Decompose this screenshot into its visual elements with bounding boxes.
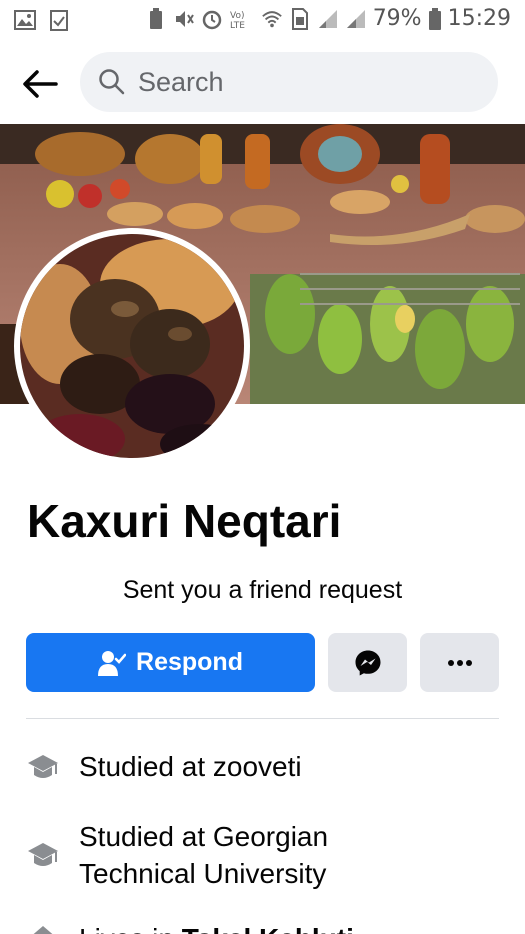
alarm-icon: [201, 8, 223, 30]
volte-icon: Vo) LTE: [229, 8, 255, 30]
lives-in-text: Lives in Tskal Kabluti: [79, 920, 354, 934]
action-buttons: Respond: [26, 633, 500, 693]
back-button[interactable]: [14, 60, 66, 108]
search-icon: [99, 69, 125, 95]
person-check-icon: [98, 650, 127, 676]
profile-avatar[interactable]: [14, 228, 250, 464]
education-text-2: Studied at Georgian Technical University: [79, 821, 329, 889]
sim-icon: [289, 7, 311, 30]
signal-icon-2: [345, 8, 367, 30]
search-bar[interactable]: [80, 52, 498, 112]
lives-in-prefix: Lives in: [79, 923, 182, 934]
education-item: Studied at Georgian Technical University: [26, 818, 379, 892]
respond-button[interactable]: Respond: [26, 633, 315, 692]
message-button[interactable]: [328, 633, 407, 692]
clipboard-check-icon: [48, 9, 70, 31]
search-input[interactable]: [138, 66, 458, 98]
battery-percent: 79%: [372, 6, 422, 31]
status-bar: Vo) LTE 79% 15:29: [0, 0, 525, 40]
more-options-button[interactable]: [420, 633, 499, 692]
back-arrow-icon: [23, 70, 58, 98]
home-icon: [33, 925, 53, 934]
education-item: Studied at zooveti: [26, 748, 302, 785]
more-dots-icon: [447, 659, 472, 666]
battery-icon: [428, 7, 442, 30]
messenger-icon: [355, 650, 380, 675]
section-divider: [26, 718, 499, 719]
battery-saver-icon: [145, 7, 167, 30]
signal-icon: [317, 8, 339, 30]
clock: 15:29: [447, 6, 511, 31]
top-nav: [0, 44, 525, 124]
lives-in-item: Lives in Tskal Kabluti: [26, 920, 354, 934]
svg-text:LTE: LTE: [230, 21, 245, 30]
avatar-image: [20, 234, 244, 458]
profile-name: Kaxuri Neqtari: [27, 495, 342, 547]
respond-label: Respond: [136, 648, 243, 676]
friend-request-text: Sent you a friend request: [122, 576, 403, 604]
graduation-cap-icon: [28, 754, 58, 778]
education-text-1: Studied at zooveti: [79, 751, 302, 782]
graduation-cap-icon: [28, 843, 58, 866]
lives-in-place[interactable]: Tskal Kabluti: [182, 923, 354, 934]
svg-text:Vo): Vo): [230, 11, 244, 21]
mute-icon: [173, 8, 195, 30]
wifi-icon: [261, 8, 283, 30]
gallery-icon: [14, 9, 36, 31]
